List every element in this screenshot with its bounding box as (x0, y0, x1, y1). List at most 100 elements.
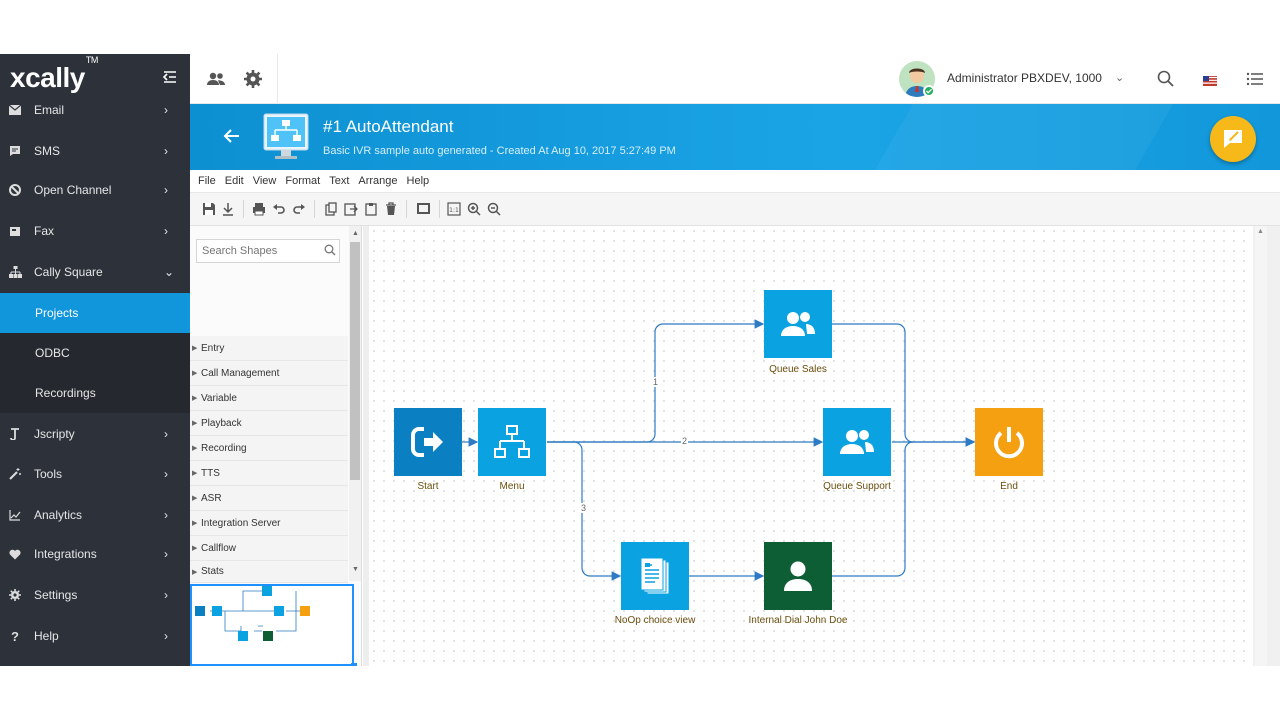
sidebar-subitem-odbc[interactable]: ODBC (0, 333, 190, 373)
sidebar-item-analytics[interactable]: Analytics › (0, 495, 190, 535)
chevron-right-icon: › (164, 508, 168, 522)
minimap-resize-handle[interactable] (351, 663, 357, 666)
search-shapes-input[interactable] (196, 239, 340, 263)
page-subtitle: Basic IVR sample auto generated - Create… (323, 145, 676, 157)
sidebar-item-label: Recordings (35, 386, 96, 400)
shape-category-stats[interactable]: ▶ Stats (190, 561, 348, 583)
list-menu-icon[interactable] (1245, 69, 1265, 89)
node-queue-support[interactable] (823, 408, 891, 476)
question-icon: ? (11, 628, 19, 644)
paste-icon[interactable] (364, 202, 378, 216)
scroll-up-icon[interactable]: ▲ (1257, 228, 1264, 235)
sidebar-item-settings[interactable]: Settings › (0, 575, 190, 615)
edit-fab-button[interactable] (1210, 116, 1256, 162)
zoom-in-icon[interactable] (467, 202, 481, 216)
node-internal-dial[interactable] (764, 542, 832, 610)
shape-category-recording[interactable]: ▶ Recording (190, 436, 348, 461)
top-bar: Administrator PBXDEV, 1000 ⌄ (190, 54, 1280, 104)
back-arrow-icon[interactable] (222, 126, 242, 146)
project-flow-icon (263, 113, 309, 161)
menu-text[interactable]: Text (329, 175, 349, 187)
sidebar-item-label: ODBC (35, 346, 70, 360)
caret-right-icon: ▶ (192, 470, 198, 477)
shape-panel: ▶Entry ▶Call Management ▶Variable ▶Playb… (190, 226, 362, 666)
us-flag-icon[interactable] (1203, 73, 1217, 86)
edge-label-1: 1 (652, 377, 660, 387)
collapse-sidebar-icon[interactable] (160, 69, 180, 89)
copy-icon[interactable] (324, 202, 338, 216)
status-badge (923, 85, 935, 97)
sidebar-item-fax[interactable]: Fax › (0, 211, 190, 251)
shape-category-asr[interactable]: ▶ ASR (190, 486, 348, 511)
sidebar-subitem-recordings[interactable]: Recordings (0, 373, 190, 413)
node-queue-sales[interactable] (764, 290, 832, 358)
scrollbar-thumb[interactable] (350, 242, 360, 480)
users-icon[interactable] (205, 68, 227, 90)
user-name[interactable]: Administrator PBXDEV, 1000 (947, 71, 1102, 85)
scroll-up-icon[interactable]: ▲ (352, 230, 359, 237)
node-noop[interactable] (621, 542, 689, 610)
save-icon[interactable] (202, 202, 216, 216)
node-label-menu: Menu (499, 481, 525, 492)
search-icon[interactable] (1156, 69, 1176, 89)
shape-category-entry[interactable]: ▶ Entry (190, 336, 348, 361)
sidebar-item-open-channel[interactable]: Open Channel › (0, 170, 190, 210)
sidebar-item-email[interactable]: Email › (0, 90, 190, 130)
to-front-icon[interactable] (417, 202, 431, 216)
sidebar-subitem-projects[interactable]: Projects (0, 293, 190, 333)
users-icon (840, 430, 874, 454)
chevron-down-icon[interactable]: ⌄ (1115, 71, 1124, 84)
search-icon[interactable] (324, 243, 336, 256)
project-header: #1 AutoAttendant Basic IVR sample auto g… (190, 104, 1280, 170)
chevron-right-icon: › (164, 629, 168, 643)
sidebar-item-tools[interactable]: Tools › (0, 454, 190, 494)
diagram-canvas[interactable]: 1 2 3 Start Menu Queue Sales Queue Suppo (369, 226, 1253, 666)
sidebar-item-label: Fax (34, 224, 55, 238)
zoom-out-icon[interactable] (487, 202, 501, 216)
caret-right-icon: ▶ (192, 395, 198, 402)
chevron-right-icon: › (164, 547, 168, 561)
chevron-right-icon: › (164, 103, 168, 117)
menu-edit[interactable]: Edit (225, 175, 244, 187)
redo-icon[interactable] (292, 202, 306, 216)
shape-category-tts[interactable]: ▶ TTS (190, 461, 348, 486)
shape-category-integration-server[interactable]: ▶ Integration Server (190, 511, 348, 536)
caret-right-icon: ▶ (192, 520, 198, 527)
toolbar-separator (406, 200, 407, 218)
menu-file[interactable]: File (198, 175, 216, 187)
shape-category-callflow[interactable]: ▶ Callflow (190, 536, 348, 561)
wand-icon (8, 467, 22, 481)
menu-arrange[interactable]: Arrange (358, 175, 397, 187)
export-icon[interactable] (344, 202, 358, 216)
sidebar-item-integrations[interactable]: Integrations › (0, 534, 190, 574)
category-label: Integration Server (201, 517, 281, 529)
delete-icon[interactable] (384, 202, 398, 216)
print-icon[interactable] (252, 202, 266, 216)
menu-view[interactable]: View (253, 175, 277, 187)
diagram-minimap[interactable] (190, 584, 357, 666)
chevron-right-icon: › (164, 183, 168, 197)
download-icon[interactable] (221, 202, 235, 216)
sidebar-item-help[interactable]: ? Help › (0, 616, 190, 656)
user-icon (784, 561, 812, 591)
caret-right-icon: ▶ (192, 495, 198, 502)
shape-category-playback[interactable]: ▶ Playback (190, 411, 348, 436)
sidebar-item-cally-square[interactable]: Cally Square ⌄ (0, 252, 190, 292)
node-menu[interactable] (478, 408, 546, 476)
actual-size-icon[interactable]: 1:1 (447, 202, 461, 216)
menu-help[interactable]: Help (407, 175, 430, 187)
menu-format[interactable]: Format (285, 175, 320, 187)
shape-panel-scrollbar[interactable]: ▲ ▼ (349, 226, 361, 581)
node-start[interactable] (394, 408, 462, 476)
node-end[interactable] (975, 408, 1043, 476)
scroll-down-icon[interactable]: ▼ (352, 566, 359, 573)
gear-icon[interactable] (242, 68, 264, 90)
sidebar-item-jscripty[interactable]: Jscripty › (0, 414, 190, 454)
canvas-scrollbar[interactable]: ▲ (1255, 226, 1267, 666)
shape-category-call-management[interactable]: ▶ Call Management (190, 361, 348, 386)
sidebar-item-sms[interactable]: SMS › (0, 131, 190, 171)
undo-icon[interactable] (272, 202, 286, 216)
sidebar-item-label: Analytics (34, 508, 83, 522)
open-channel-icon (8, 183, 22, 197)
shape-category-variable[interactable]: ▶ Variable (190, 386, 348, 411)
